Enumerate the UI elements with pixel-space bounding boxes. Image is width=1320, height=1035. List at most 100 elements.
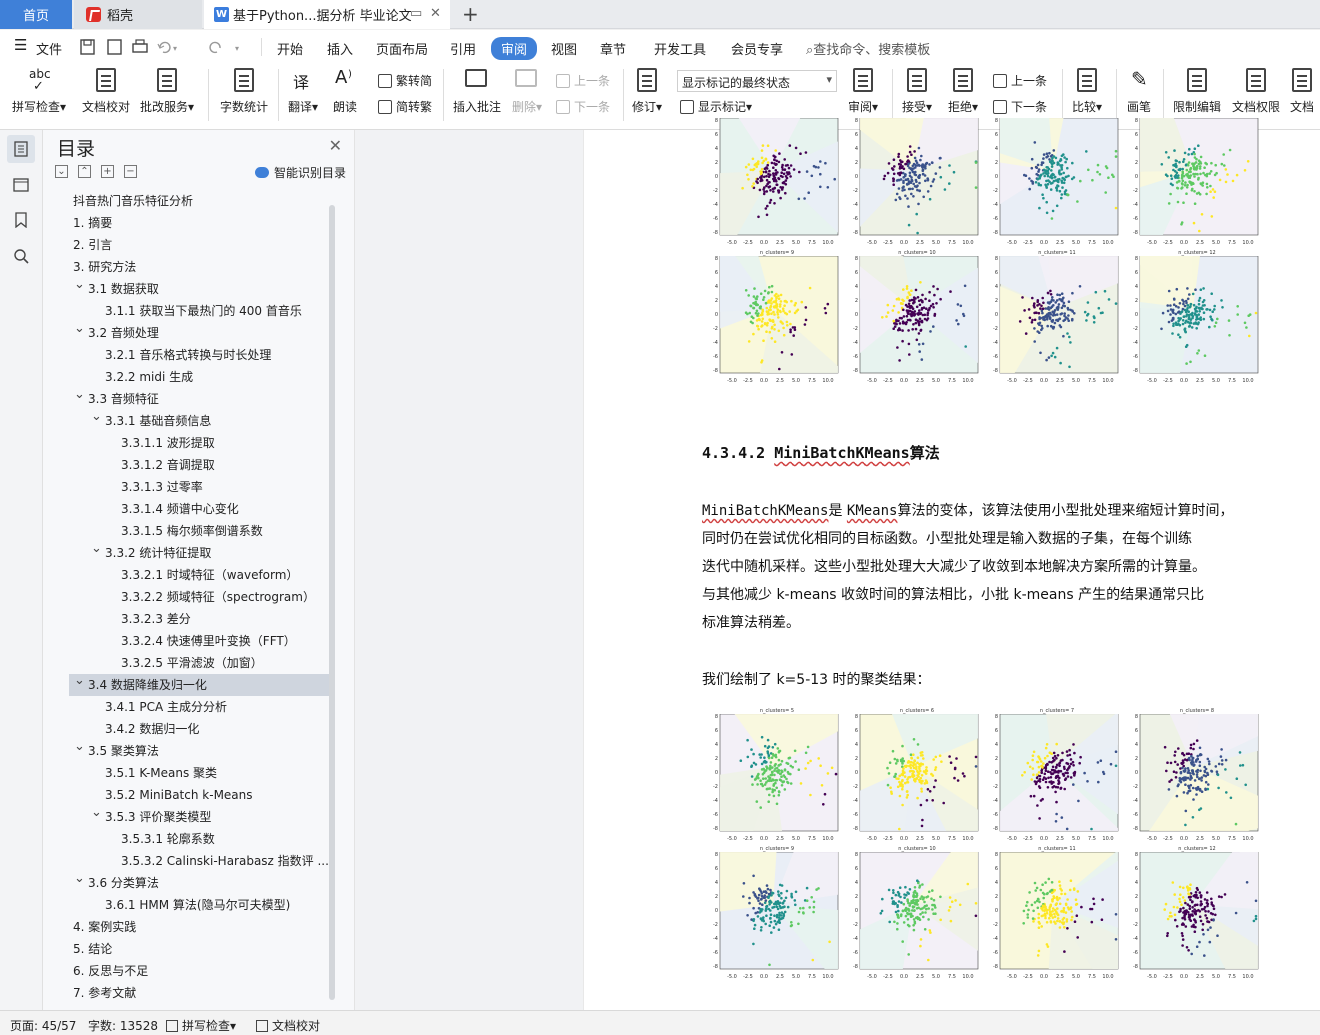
menu-member[interactable]: 会员专享 — [731, 39, 783, 58]
toc-item[interactable]: 3.3.1.5 梅尔频率倒谱系数 — [69, 520, 331, 542]
read-aloud-button[interactable]: A) 朗读 — [333, 67, 357, 115]
toc-item[interactable]: 6. 反思与不足 — [69, 960, 331, 982]
proofread-button[interactable]: 文档校对 — [82, 67, 130, 115]
toc-scrollbar[interactable] — [329, 205, 335, 1000]
toc-item[interactable]: 3.3.1.4 频谱中心变化 — [69, 498, 331, 520]
chevron-down-icon[interactable]: ⌄ — [74, 674, 85, 692]
toc-item[interactable]: ⌄ 3.1 数据获取 — [69, 278, 331, 300]
menu-start[interactable]: 开始 — [277, 39, 303, 58]
tab-daoke[interactable]: 稻壳 — [74, 0, 202, 29]
toc-item[interactable]: 3.4.2 数据归一化 — [69, 718, 331, 740]
menu-file[interactable]: 文件 — [36, 39, 62, 58]
toc-item[interactable]: 3.3.2.3 差分 — [69, 608, 331, 630]
doc-permission-button[interactable]: 文档权限 — [1232, 67, 1280, 115]
simp-to-trad-button[interactable]: 简转繁 — [378, 98, 432, 115]
prev-change-button[interactable]: 上一条 — [993, 72, 1047, 89]
toc-item[interactable]: 3.1.1 获取当下最热门的 400 首音乐 — [69, 300, 331, 322]
word-count-button[interactable]: 字数统计 — [220, 67, 268, 115]
toc-item[interactable]: 抖音热门音乐特征分析 — [69, 190, 331, 212]
toc-item[interactable]: 3.5.1 K-Means 聚类 — [69, 762, 331, 784]
chevron-down-icon[interactable]: ⌄ — [74, 322, 85, 340]
add-heading-icon[interactable]: + — [101, 165, 114, 178]
toc-item[interactable]: ⌄ 3.6 分类算法 — [69, 872, 331, 894]
spell-check-button[interactable]: abc ✓ 拼写检查▾ — [12, 67, 66, 115]
chevron-down-icon[interactable]: ⌄ — [74, 388, 85, 406]
page-indicator[interactable]: 页面: 45/57 — [10, 1017, 76, 1034]
menu-developer[interactable]: 开发工具 — [654, 39, 706, 58]
toc-item[interactable]: ⌄ 3.3.1 基础音频信息 — [69, 410, 331, 432]
chevron-down-icon[interactable]: ⌄ — [91, 806, 102, 824]
restrict-edit-button[interactable]: 限制编辑 — [1173, 67, 1221, 115]
translate-button[interactable]: 译 翻译▾ — [288, 67, 318, 115]
menu-reference[interactable]: 引用 — [450, 39, 476, 58]
toc-item[interactable]: 3.3.1.2 音调提取 — [69, 454, 331, 476]
chevron-down-icon[interactable]: ⌄ — [74, 740, 85, 758]
toc-item[interactable]: 3.3.2.2 频域特征（spectrogram） — [69, 586, 331, 608]
toc-item[interactable]: ⌄3. 研究方法 — [69, 256, 331, 278]
insert-comment-button[interactable]: 插入批注 — [453, 67, 501, 115]
new-tab-icon[interactable]: + — [462, 2, 479, 26]
revise-button[interactable]: 修订▾ — [632, 67, 662, 115]
toc-item[interactable]: 3.4.1 PCA 主成分分析 — [69, 696, 331, 718]
toc-item[interactable]: ⌄ 3.5.3 评价聚类模型 — [69, 806, 331, 828]
toc-item[interactable]: 3.2.1 音乐格式转换与时长处理 — [69, 344, 331, 366]
toc-item[interactable]: 3.3.2.1 时域特征（waveform） — [69, 564, 331, 586]
chevron-down-icon[interactable]: ⌄ — [74, 872, 85, 890]
tab-home[interactable]: 首页 — [0, 0, 72, 29]
prev-comment-button[interactable]: 上一条 — [556, 72, 610, 89]
pin-icon[interactable]: ▭ — [410, 6, 422, 21]
search-icon[interactable] — [7, 242, 35, 270]
toc-item[interactable]: 3.3.1.3 过零率 — [69, 476, 331, 498]
expand-up-icon[interactable]: ⌃ — [78, 165, 91, 178]
toc-item[interactable]: ⌄ 3.4 数据降维及归一化 — [69, 674, 331, 696]
pen-button[interactable]: ✎ 画笔 — [1127, 67, 1151, 115]
toc-item[interactable]: 3.3.2.5 平滑滤波（加窗） — [69, 652, 331, 674]
toc-item[interactable]: 5. 结论 — [69, 938, 331, 960]
chevron-down-icon[interactable]: ⌄ — [74, 278, 85, 296]
chapter-icon[interactable] — [7, 170, 35, 198]
hamburger-icon[interactable]: ☰ — [14, 36, 27, 54]
next-comment-button[interactable]: 下一条 — [556, 98, 610, 115]
compare-button[interactable]: 比较▾ — [1072, 67, 1102, 115]
close-icon[interactable]: ✕ — [329, 136, 342, 155]
toc-item[interactable]: 3.5.3.2 Calinski-Harabasz 指数评 ... — [69, 850, 331, 872]
toc-item[interactable]: 7. 参考文献 — [69, 982, 331, 1004]
toc-item[interactable]: ⌄ 3.3 音频特征 — [69, 388, 331, 410]
bookmark-icon[interactable] — [7, 206, 35, 234]
doc-more-button[interactable]: 文档 — [1290, 67, 1314, 115]
toc-item[interactable]: 1. 摘要 — [69, 212, 331, 234]
document-page[interactable]: -5.0 -2.5 0.0 2.5 5.0 7.5 10.0 8 6 4 2 0 -2 -4 -6 -8 -5.… — [584, 118, 1320, 1010]
toc-item[interactable]: ⌄ 3.5 聚类算法 — [69, 740, 331, 762]
collapse-all-icon[interactable]: ⌄ — [55, 165, 68, 178]
reject-button[interactable]: 拒绝▾ — [948, 67, 978, 115]
menu-page-layout[interactable]: 页面布局 — [376, 39, 428, 58]
chevron-down-icon[interactable]: ⌄ — [91, 542, 102, 560]
tab-document[interactable]: W 基于Python...据分析 毕业论文 ▭ ✕ — [204, 0, 450, 29]
review-button[interactable]: 审阅▾ — [848, 67, 878, 115]
toc-item[interactable]: 3.3.1.1 波形提取 — [69, 432, 331, 454]
chevron-down-icon[interactable]: ⌄ — [91, 410, 102, 428]
close-tab-icon[interactable]: ✕ — [430, 6, 441, 21]
word-count-indicator[interactable]: 字数: 13528 — [88, 1017, 158, 1034]
markup-mode-select[interactable]: 显示标记的最终状态 — [677, 70, 837, 92]
toc-item[interactable]: 3.5.3.1 轮廓系数 — [69, 828, 331, 850]
toc-item[interactable]: ›4. 案例实践 — [69, 916, 331, 938]
outline-icon[interactable] — [7, 135, 35, 163]
menu-view[interactable]: 视图 — [551, 39, 577, 58]
remove-heading-icon[interactable]: − — [124, 165, 137, 178]
search-commands[interactable]: ⌕查找命令、搜索模板 — [806, 39, 930, 58]
menu-review[interactable]: 审阅 — [491, 37, 538, 60]
toc-item[interactable]: 3.6.1 HMM 算法(隐马尔可夫模型) — [69, 894, 331, 916]
chevron-down-icon[interactable]: ⌄ — [69, 256, 70, 274]
smart-toc-button[interactable]: 智能识别目录 — [255, 164, 346, 181]
menu-chapter[interactable]: 章节 — [600, 39, 626, 58]
toc-item[interactable]: ⌄ 3.2 音频处理 — [69, 322, 331, 344]
menu-insert[interactable]: 插入 — [327, 39, 353, 58]
trad-to-simp-button[interactable]: 繁转简 — [378, 72, 432, 89]
toc-item[interactable]: ⌄ 3.3.2 统计特征提取 — [69, 542, 331, 564]
toc-item[interactable]: 3.3.2.4 快速傅里叶变换（FFT） — [69, 630, 331, 652]
toc-item[interactable]: 3.5.2 MiniBatch k-Means — [69, 784, 331, 806]
toc-item[interactable]: 3.2.2 midi 生成 — [69, 366, 331, 388]
accept-button[interactable]: 接受▾ — [902, 67, 932, 115]
status-spell-check[interactable]: 拼写检查 ▾ — [166, 1017, 236, 1034]
